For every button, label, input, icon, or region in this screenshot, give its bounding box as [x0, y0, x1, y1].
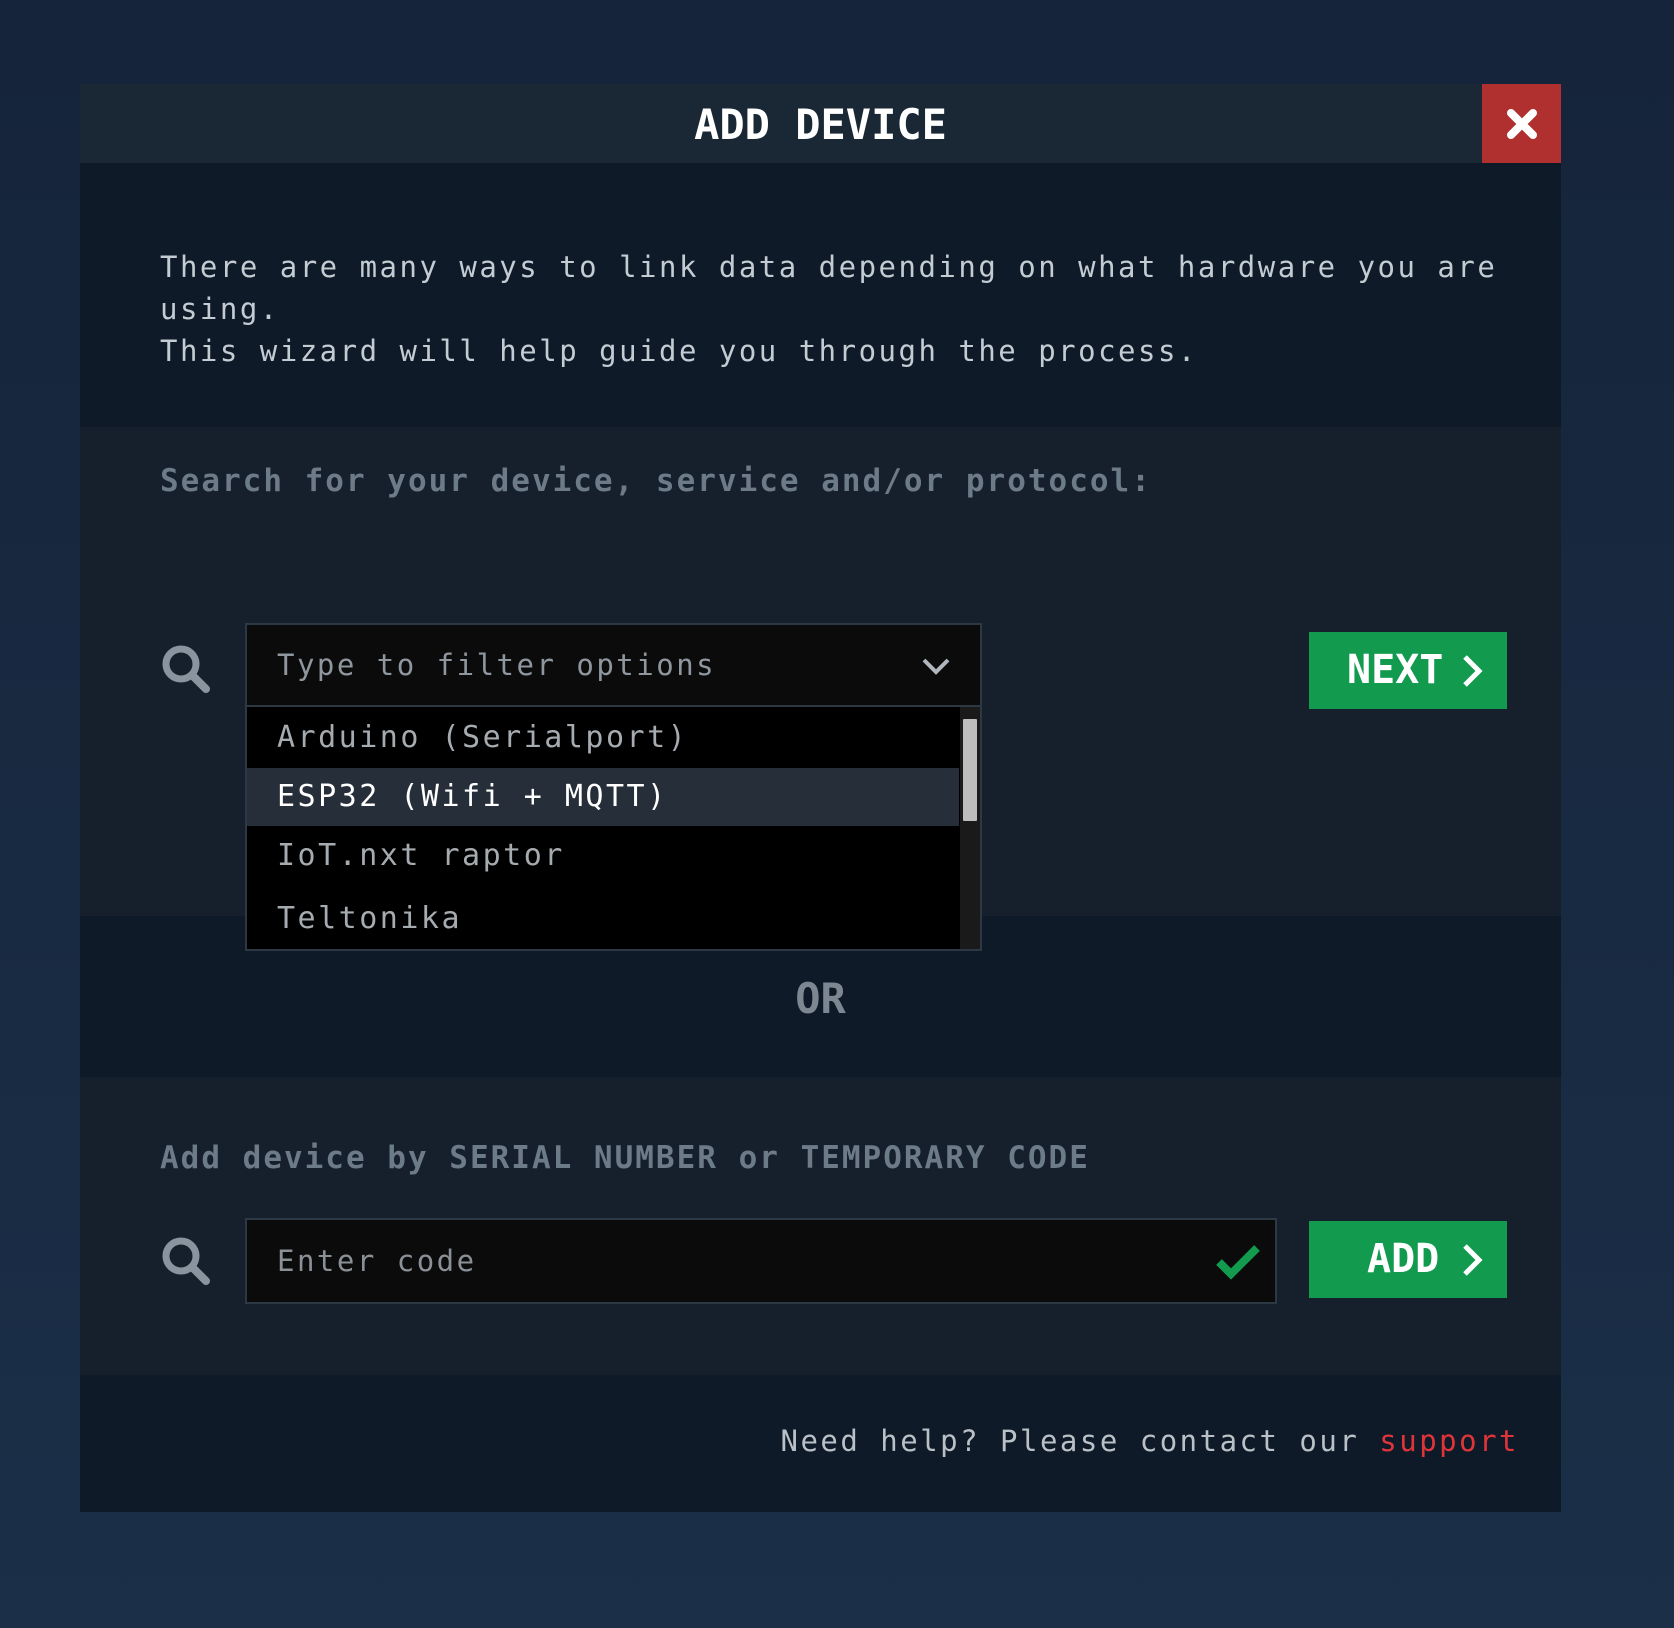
close-button[interactable]: [1482, 84, 1561, 163]
close-x-icon: [1506, 108, 1537, 139]
select-placeholder: Type to filter options: [277, 648, 717, 682]
option-esp32[interactable]: ESP32 (Wifi + MQTT): [247, 768, 959, 826]
code-input[interactable]: [245, 1218, 1277, 1304]
support-link[interactable]: support: [1379, 1424, 1519, 1458]
search-icon: [162, 1237, 210, 1285]
scrollbar-thumb[interactable]: [963, 719, 977, 821]
intro-text: There are many ways to link data dependi…: [160, 246, 1520, 372]
add-button[interactable]: ADD: [1309, 1221, 1507, 1298]
help-footer: Need help? Please contact our support: [780, 1424, 1519, 1458]
search-section-label: Search for your device, service and/or p…: [160, 463, 1152, 499]
code-entry-section: Add device by SERIAL NUMBER or TEMPORARY…: [80, 1077, 1561, 1375]
check-icon: [1216, 1245, 1260, 1280]
add-device-dialog: ADD DEVICE There are many ways to link d…: [80, 84, 1561, 1512]
device-search-section: Search for your device, service and/or p…: [80, 427, 1561, 951]
device-select[interactable]: Type to filter options: [245, 623, 982, 707]
intro-line-2: This wizard will help guide you through …: [160, 334, 1198, 368]
add-button-label: ADD: [1367, 1236, 1440, 1282]
dropdown-scrollbar[interactable]: [960, 707, 980, 949]
help-text: Need help? Please contact our: [780, 1424, 1380, 1458]
dialog-title: ADD DEVICE: [694, 100, 947, 149]
chevron-down-icon: [922, 658, 950, 675]
option-arduino[interactable]: Arduino (Serialport): [247, 709, 959, 767]
device-options-list: Arduino (Serialport) ESP32 (Wifi + MQTT)…: [245, 707, 982, 951]
chevron-right-icon: [1463, 1244, 1483, 1276]
option-iot-nxt-raptor[interactable]: IoT.nxt raptor: [247, 827, 959, 885]
or-separator: OR: [795, 974, 846, 1023]
code-section-label: Add device by SERIAL NUMBER or TEMPORARY…: [160, 1140, 1090, 1176]
next-button[interactable]: NEXT: [1309, 632, 1507, 709]
option-teltonika[interactable]: Teltonika: [247, 890, 959, 948]
next-button-label: NEXT: [1347, 647, 1444, 693]
intro-line-1: There are many ways to link data dependi…: [160, 250, 1498, 326]
chevron-right-icon: [1463, 655, 1483, 687]
search-icon: [162, 645, 210, 693]
dialog-header: ADD DEVICE: [80, 84, 1561, 163]
